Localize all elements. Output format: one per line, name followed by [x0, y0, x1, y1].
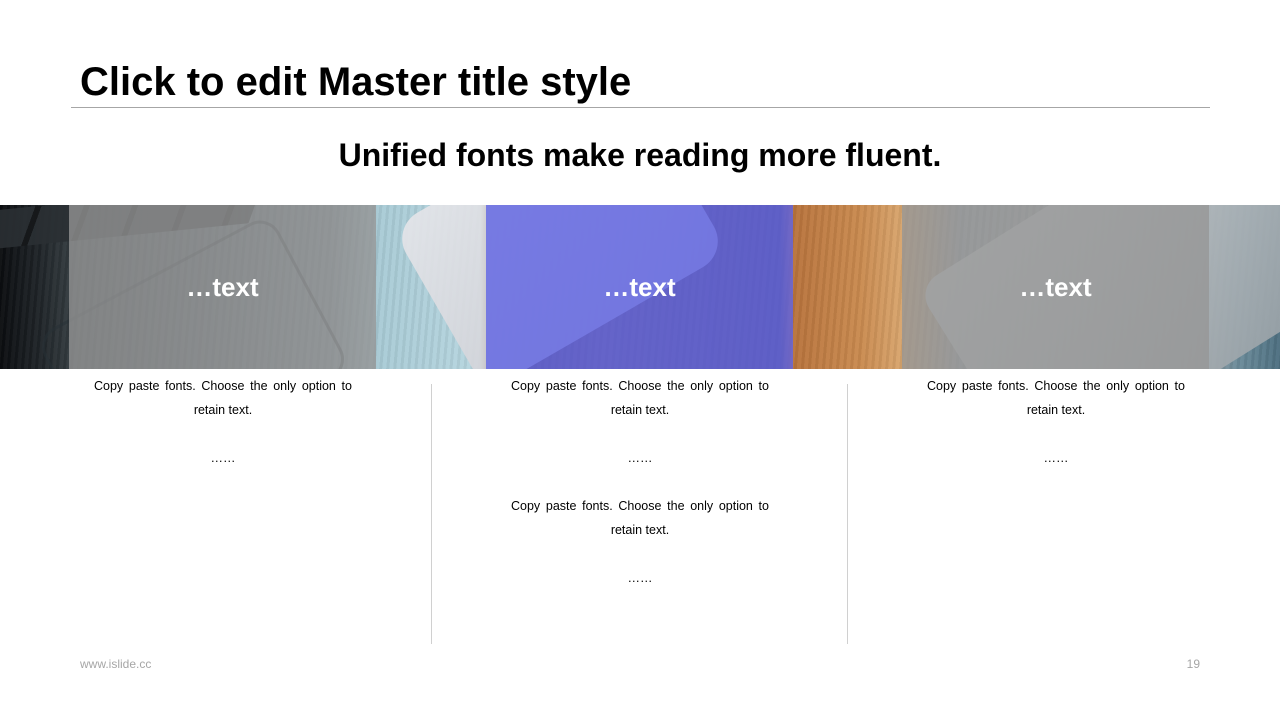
- text-column-3[interactable]: Copy paste fonts. Choose the only option…: [927, 374, 1185, 470]
- column-divider: [847, 384, 848, 644]
- column-ellipsis: ……: [1043, 451, 1069, 465]
- slide-title[interactable]: Click to edit Master title style: [80, 58, 631, 106]
- column-divider: [431, 384, 432, 644]
- text-column-1[interactable]: Copy paste fonts. Choose the only option…: [94, 374, 352, 470]
- column-ellipsis: ……: [627, 451, 653, 465]
- banner-panel-label: …text: [1019, 271, 1092, 302]
- column-paragraph: Copy paste fonts. Choose the only option…: [94, 379, 352, 417]
- column-paragraph: Copy paste fonts. Choose the only option…: [927, 379, 1185, 417]
- title-underline: [71, 107, 1210, 108]
- column-ellipsis: ……: [627, 571, 653, 585]
- page-number: 19: [1186, 657, 1200, 671]
- footer-url: www.islide.cc: [80, 657, 152, 671]
- photo-banner: …text …text …text: [0, 205, 1280, 369]
- banner-panel-label: …text: [603, 271, 676, 302]
- column-paragraph: Copy paste fonts. Choose the only option…: [511, 499, 769, 537]
- banner-panel-1[interactable]: …text: [69, 205, 376, 369]
- banner-panel-label: …text: [186, 271, 259, 302]
- column-ellipsis: ……: [210, 451, 236, 465]
- banner-panel-2[interactable]: …text: [486, 205, 793, 369]
- banner-panel-3[interactable]: …text: [902, 205, 1209, 369]
- slide-subtitle[interactable]: Unified fonts make reading more fluent.: [0, 134, 1280, 176]
- text-column-2[interactable]: Copy paste fonts. Choose the only option…: [511, 374, 769, 590]
- column-paragraph: Copy paste fonts. Choose the only option…: [511, 379, 769, 417]
